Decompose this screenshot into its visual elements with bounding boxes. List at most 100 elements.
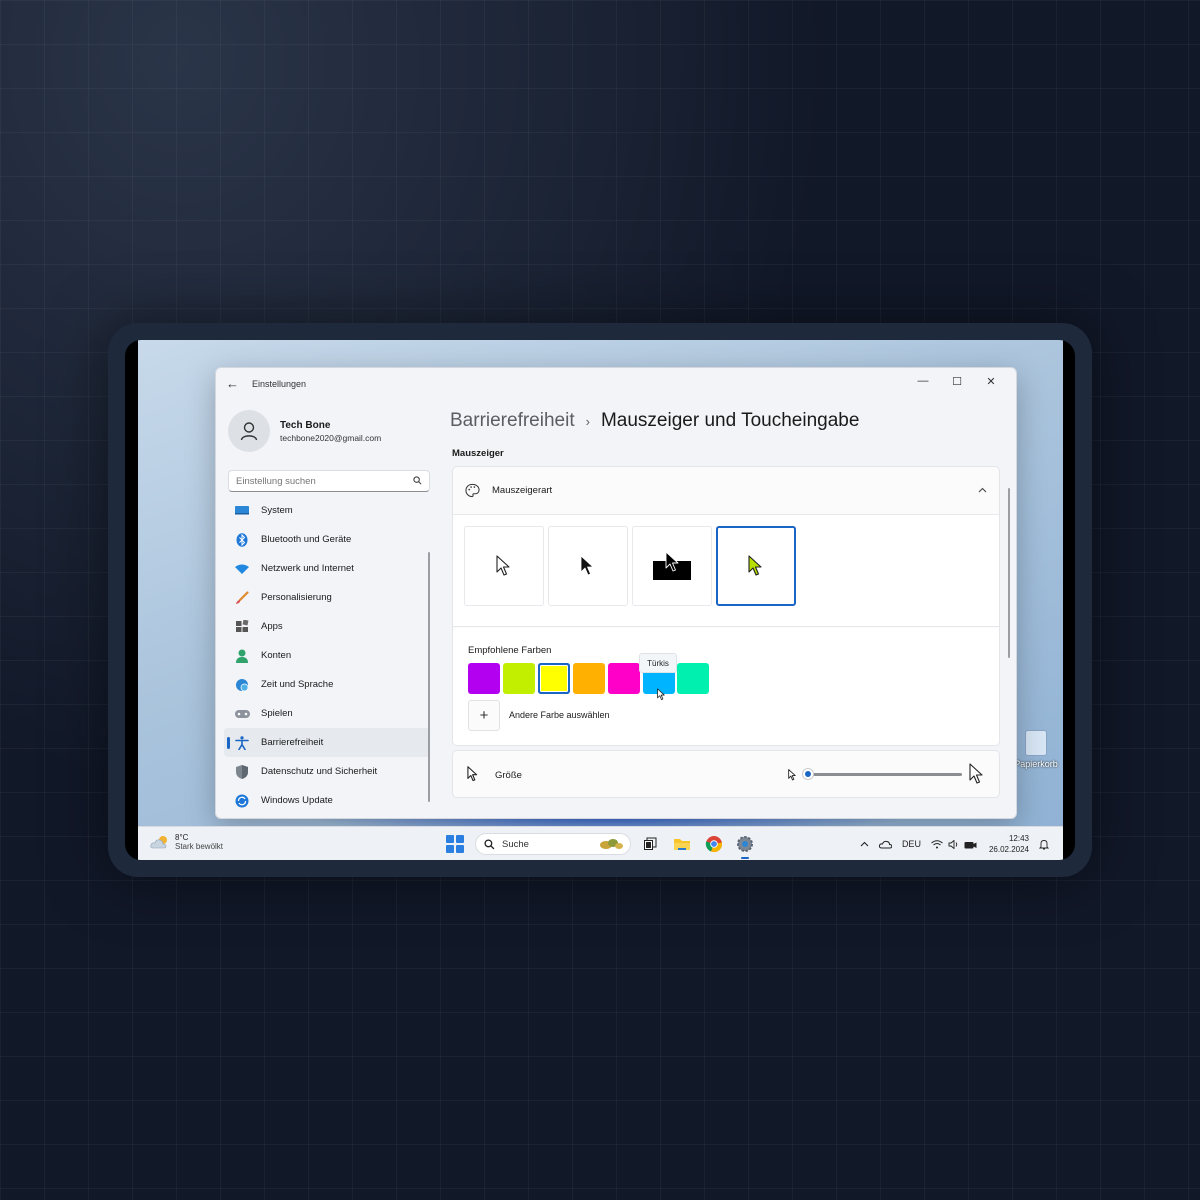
sidebar-item-accounts[interactable]: Konten [224,641,430,670]
chevron-up-icon[interactable] [860,841,869,847]
desktop-icon-label: Papierkorb [1014,759,1058,769]
back-arrow-icon[interactable]: ← [226,377,240,391]
chrome-icon [705,836,723,853]
pointer-style-inverted[interactable] [632,526,712,606]
language-indicator[interactable]: DEU [902,839,921,849]
sidebar-item-windows-update[interactable]: Windows Update [224,786,430,815]
settings-app-button[interactable] [735,834,755,859]
weather-text: 8°C Stark bewölkt [175,833,223,851]
taskbar-search-label: Suche [502,838,529,850]
start-button[interactable] [446,835,464,853]
sidebar-item-network[interactable]: Netzwerk und Internet [224,554,430,583]
sidebar-item-privacy[interactable]: Datenschutz und Sicherheit [224,757,430,786]
file-explorer-button[interactable] [672,834,692,854]
onedrive-icon[interactable] [878,840,892,849]
close-button[interactable]: ✕ [974,370,1008,392]
recycle-bin-icon [1025,730,1047,756]
cloud-icon [150,835,172,849]
pointer-style-black[interactable] [548,526,628,606]
maximize-button[interactable]: ☐ [940,370,974,392]
task-view-button[interactable] [640,834,660,854]
inverted-cursor-icon [653,551,691,580]
pointer-size-card: Größe [452,750,1000,798]
sidebar-item-bluetooth[interactable]: Bluetooth und Geräte [224,525,430,554]
notification-bell-icon[interactable] [1039,839,1049,850]
user-profile[interactable]: Tech Bone techbone2020@gmail.com [228,410,381,452]
chevron-up-icon[interactable] [978,485,987,496]
sidebar-item-label: Barrierefreiheit [261,737,324,748]
title-bar: ← Einstellungen — ☐ ✕ [216,368,1016,400]
color-swatch-pink[interactable] [608,663,640,694]
windows-logo-icon [446,845,454,853]
person-icon [234,648,250,664]
clock-time: 12:43 [1008,834,1029,843]
size-label: Größe [495,770,522,781]
color-swatch-purple[interactable] [468,663,500,694]
window-title: Einstellungen [252,379,307,389]
recommended-colors: Empfohlene Farben Türkis + Andere Farbe … [453,628,999,745]
breadcrumb-parent-link[interactable]: Barrierefreiheit [450,410,575,432]
device-bezel: Papierkorb ← Einstellungen — ☐ ✕ Tech Bo… [125,340,1075,860]
search-icon [484,838,495,849]
chrome-button[interactable] [704,834,724,854]
color-swatch-orange[interactable] [573,663,605,694]
bluetooth-icon [234,532,250,548]
size-slider-thumb[interactable] [802,768,814,780]
minimize-button[interactable]: — [906,370,940,392]
weather-widget[interactable]: 8°C Stark bewölkt [150,833,223,851]
sidebar-item-accessibility[interactable]: Barrierefreiheit [224,728,430,757]
desktop-screen: Papierkorb ← Einstellungen — ☐ ✕ Tech Bo… [138,340,1063,860]
main-content: Barrierefreiheit › Mauszeiger und Touche… [438,400,1016,818]
pointer-style-custom[interactable] [716,526,796,606]
settings-search[interactable] [228,470,430,492]
clock[interactable]: 12:43 26.02.2024 [989,833,1029,855]
recommended-colors-label: Empfohlene Farben [468,645,552,656]
taskbar: 8°C Stark bewölkt Suche DEU 12:43 26.02.… [138,826,1063,860]
profile-name: Tech Bone [280,419,331,431]
search-icon [413,475,422,487]
sidebar-scrollbar[interactable] [428,552,430,802]
breadcrumb-separator: › [585,413,590,429]
settings-window: ← Einstellungen — ☐ ✕ Tech Bone techbone… [215,367,1017,819]
windows-logo-icon [446,835,454,843]
sidebar-item-gaming[interactable]: Spielen [224,699,430,728]
add-color-label[interactable]: Andere Farbe auswählen [509,710,610,720]
color-swatch-yellow[interactable] [538,663,570,694]
person-icon [240,422,258,441]
system-tray: DEU 12:43 26.02.2024 [850,833,1049,855]
add-color-button[interactable]: + [468,700,500,731]
camera-icon[interactable] [964,840,977,849]
shield-icon [234,764,250,780]
sidebar-item-system[interactable]: System [224,496,430,525]
sidebar-item-personalization[interactable]: Personalisierung [224,583,430,612]
pointer-style-options [453,515,999,627]
pointer-style-header[interactable]: Mauszeigerart [453,467,999,515]
windows-logo-icon [456,845,464,853]
sidebar-item-label: Personalisierung [261,592,332,603]
sidebar-item-apps[interactable]: Apps [224,612,430,641]
sidebar-item-label: Apps [261,621,283,632]
sidebar-item-label: Zeit und Sprache [261,679,334,690]
palette-cursor-icon [465,483,480,498]
size-slider[interactable] [810,773,962,776]
sidebar-item-time-language[interactable]: Zeit und Sprache [224,670,430,699]
sidebar-item-label: Netzwerk und Internet [261,563,354,574]
color-swatch-green[interactable] [677,663,709,694]
speaker-icon[interactable] [948,839,959,849]
update-icon [234,793,250,809]
wifi-icon[interactable] [931,839,943,849]
search-input[interactable] [236,475,413,487]
taskbar-search[interactable]: Suche [475,833,631,855]
custom-color-cursor-icon [748,555,762,576]
color-swatch-lime[interactable] [503,663,535,694]
pointer-style-white[interactable] [464,526,544,606]
black-cursor-icon [580,555,594,576]
recycle-bin-desktop-icon[interactable]: Papierkorb [1014,730,1058,780]
sidebar: Tech Bone techbone2020@gmail.com Einstel… [216,400,438,818]
accessibility-icon [234,735,250,751]
monitor-icon [234,503,250,519]
main-scrollbar[interactable] [1008,488,1010,658]
color-tooltip: Türkis [639,653,677,673]
weather-temperature: 8°C [175,833,189,842]
sidebar-nav: System Bluetooth und Geräte Netzwerk und… [224,496,430,815]
